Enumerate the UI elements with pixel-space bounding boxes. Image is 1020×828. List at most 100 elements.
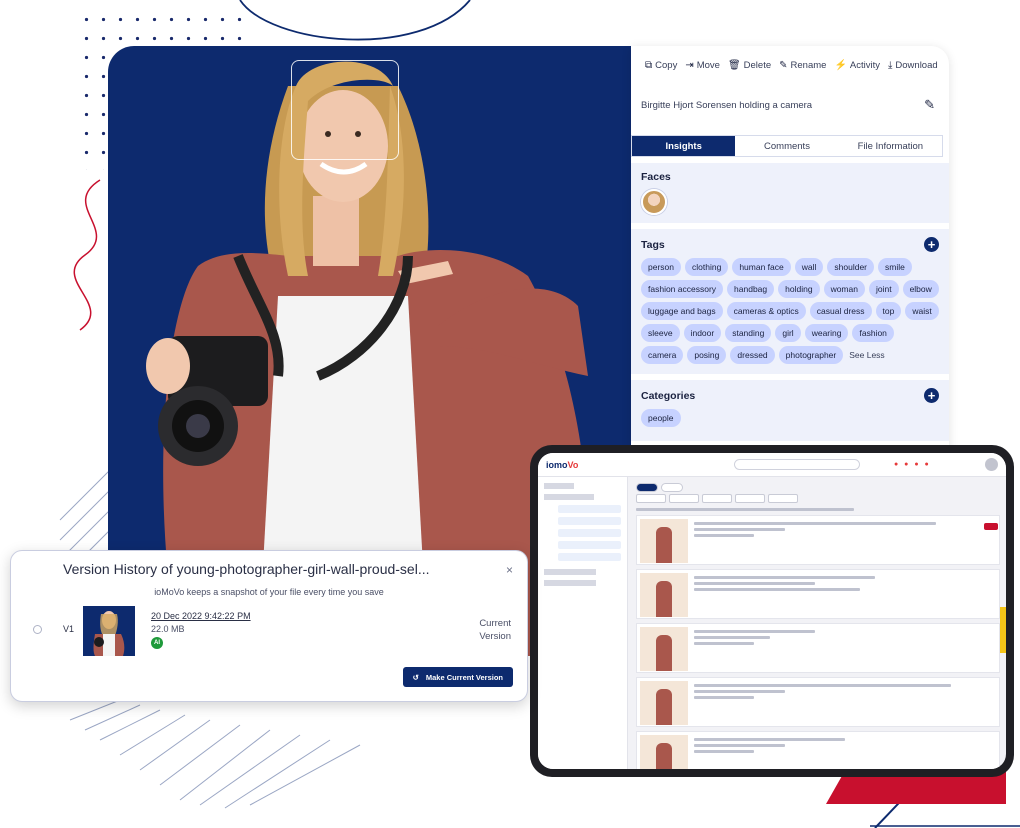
tag-chip[interactable]: holding bbox=[778, 280, 820, 298]
sidebar-item[interactable] bbox=[544, 494, 594, 500]
laptop-filter-tab[interactable] bbox=[768, 494, 798, 503]
list-item[interactable] bbox=[636, 569, 1000, 619]
tags-section: Tags + person clothing human face wall s… bbox=[631, 229, 949, 374]
sidebar-item[interactable] bbox=[544, 483, 574, 489]
tag-chip[interactable]: joint bbox=[868, 280, 899, 298]
tag-chip[interactable]: shoulder bbox=[827, 258, 874, 276]
activity-button[interactable]: ⚡ Activity bbox=[834, 60, 880, 71]
laptop-red-button[interactable] bbox=[984, 523, 998, 530]
laptop-sidebar bbox=[538, 477, 628, 769]
edit-title-icon[interactable]: ✎ bbox=[924, 97, 935, 113]
tag-chip[interactable]: camera bbox=[641, 346, 684, 364]
laptop-filter-tab[interactable] bbox=[636, 494, 666, 503]
move-button[interactable]: ⇥ Move bbox=[685, 60, 720, 71]
see-less-link[interactable]: See Less bbox=[847, 346, 886, 364]
delete-button[interactable]: 🗑 Delete bbox=[728, 60, 771, 71]
current-version-label: Current Version bbox=[479, 618, 511, 643]
add-category-button[interactable]: + bbox=[924, 388, 939, 403]
laptop-side-tab[interactable] bbox=[1000, 607, 1006, 653]
laptop-filter-tab[interactable] bbox=[702, 494, 732, 503]
version-number: V1 bbox=[63, 624, 75, 634]
sidebar-subitem[interactable] bbox=[558, 517, 621, 525]
tag-chip[interactable]: smile bbox=[878, 258, 912, 276]
version-size: 22.0 MB bbox=[151, 624, 185, 634]
tag-chip[interactable]: person bbox=[641, 258, 681, 276]
tag-chip[interactable]: human face bbox=[732, 258, 791, 276]
categories-section: Categories + people bbox=[631, 380, 949, 441]
tag-chip[interactable]: posing bbox=[687, 346, 727, 364]
laptop-search-bar[interactable] bbox=[734, 459, 860, 470]
restore-icon: ↺ bbox=[412, 672, 419, 682]
category-list: people bbox=[641, 409, 939, 427]
tag-chip[interactable]: girl bbox=[775, 324, 801, 342]
app-logo: iomoVo bbox=[546, 459, 579, 470]
tag-chip[interactable]: wearing bbox=[804, 324, 849, 342]
laptop-filter-tab[interactable] bbox=[669, 494, 699, 503]
tag-chip[interactable]: clothing bbox=[685, 258, 729, 276]
tag-chip[interactable]: indoor bbox=[683, 324, 722, 342]
laptop-filter-tab[interactable] bbox=[735, 494, 765, 503]
sidebar-item[interactable] bbox=[544, 569, 596, 575]
tags-heading: Tags bbox=[641, 238, 665, 251]
tag-chip[interactable]: dressed bbox=[730, 346, 775, 364]
tag-chip[interactable]: fashion accessory bbox=[641, 280, 724, 298]
sidebar-item[interactable] bbox=[544, 580, 596, 586]
tab-comments[interactable]: Comments bbox=[735, 136, 838, 156]
face-thumbnail[interactable] bbox=[641, 189, 667, 215]
detail-tabs: Insights Comments File Information bbox=[631, 135, 943, 157]
sidebar-subitem[interactable] bbox=[558, 505, 621, 513]
download-button[interactable]: ⤓ Download bbox=[888, 60, 938, 71]
tag-chip[interactable]: wall bbox=[794, 258, 824, 276]
file-toolbar: ⧉ Copy ⇥ Move 🗑 Delete ✎ Rename ⚡ Activity ⤓ D… bbox=[631, 46, 949, 71]
version-history-subtitle: ioMoVo keeps a snapshot of your file eve… bbox=[154, 587, 384, 597]
faces-section: Faces bbox=[631, 163, 949, 223]
tag-chip[interactable]: casual dress bbox=[809, 302, 872, 320]
list-item[interactable] bbox=[636, 515, 1000, 565]
list-item[interactable] bbox=[636, 623, 1000, 673]
laptop-tab[interactable] bbox=[661, 483, 683, 492]
list-item[interactable] bbox=[636, 677, 1000, 727]
laptop-tab[interactable] bbox=[636, 483, 658, 492]
move-icon: ⇥ bbox=[685, 60, 694, 71]
avatar[interactable] bbox=[985, 458, 998, 471]
tag-chip[interactable]: standing bbox=[725, 324, 772, 342]
tag-chip[interactable]: fashion bbox=[852, 324, 894, 342]
tab-file-information[interactable]: File Information bbox=[839, 136, 942, 156]
result-thumbnail bbox=[640, 735, 688, 769]
file-title-row: Birgitte Hjort Sorensen holding a camera… bbox=[631, 87, 949, 123]
tag-chip[interactable]: luggage and bags bbox=[641, 302, 723, 320]
laptop-filter-tabs bbox=[636, 494, 1000, 503]
copy-button[interactable]: ⧉ Copy bbox=[645, 60, 677, 71]
category-chip[interactable]: people bbox=[641, 409, 681, 427]
pencil-icon: ✎ bbox=[779, 60, 788, 71]
close-icon[interactable]: × bbox=[506, 563, 513, 577]
add-tag-button[interactable]: + bbox=[924, 237, 939, 252]
sidebar-subitem[interactable] bbox=[558, 553, 621, 561]
tag-chip[interactable]: sleeve bbox=[641, 324, 680, 342]
make-current-version-button[interactable]: ↺ Make Current Version bbox=[402, 667, 513, 687]
download-icon: ⤓ bbox=[887, 60, 893, 71]
face-detection-box[interactable] bbox=[291, 60, 399, 160]
version-thumbnail bbox=[83, 606, 135, 656]
tag-chip[interactable]: waist bbox=[905, 302, 939, 320]
rename-button[interactable]: ✎ Rename bbox=[779, 60, 826, 71]
file-details-panel: ⧉ Copy ⇥ Move 🗑 Delete ✎ Rename ⚡ Activity ⤓ D… bbox=[631, 46, 949, 466]
tag-chip[interactable]: elbow bbox=[902, 280, 939, 298]
version-date-link[interactable]: 20 Dec 2022 9:42:22 PM bbox=[151, 611, 251, 621]
laptop-mockup: iomoVo ● ● ● ● bbox=[530, 445, 1014, 777]
tab-insights[interactable]: Insights bbox=[632, 136, 736, 156]
list-item[interactable] bbox=[636, 731, 1000, 769]
tag-chip[interactable]: top bbox=[875, 302, 902, 320]
tag-chip[interactable]: handbag bbox=[727, 280, 775, 298]
tag-chip[interactable]: photographer bbox=[778, 346, 844, 364]
activity-icon: ⚡ bbox=[834, 60, 847, 71]
file-title: Birgitte Hjort Sorensen holding a camera bbox=[641, 99, 813, 111]
tag-chip[interactable]: woman bbox=[823, 280, 865, 298]
tag-chip[interactable]: cameras & optics bbox=[726, 302, 806, 320]
version-history-dialog: Version History of young-photographer-gi… bbox=[10, 550, 528, 702]
sidebar-subitem[interactable] bbox=[558, 541, 621, 549]
sidebar-subitem[interactable] bbox=[558, 529, 621, 537]
faces-heading: Faces bbox=[641, 171, 671, 183]
version-radio[interactable] bbox=[33, 625, 42, 634]
result-thumbnail bbox=[640, 627, 688, 671]
